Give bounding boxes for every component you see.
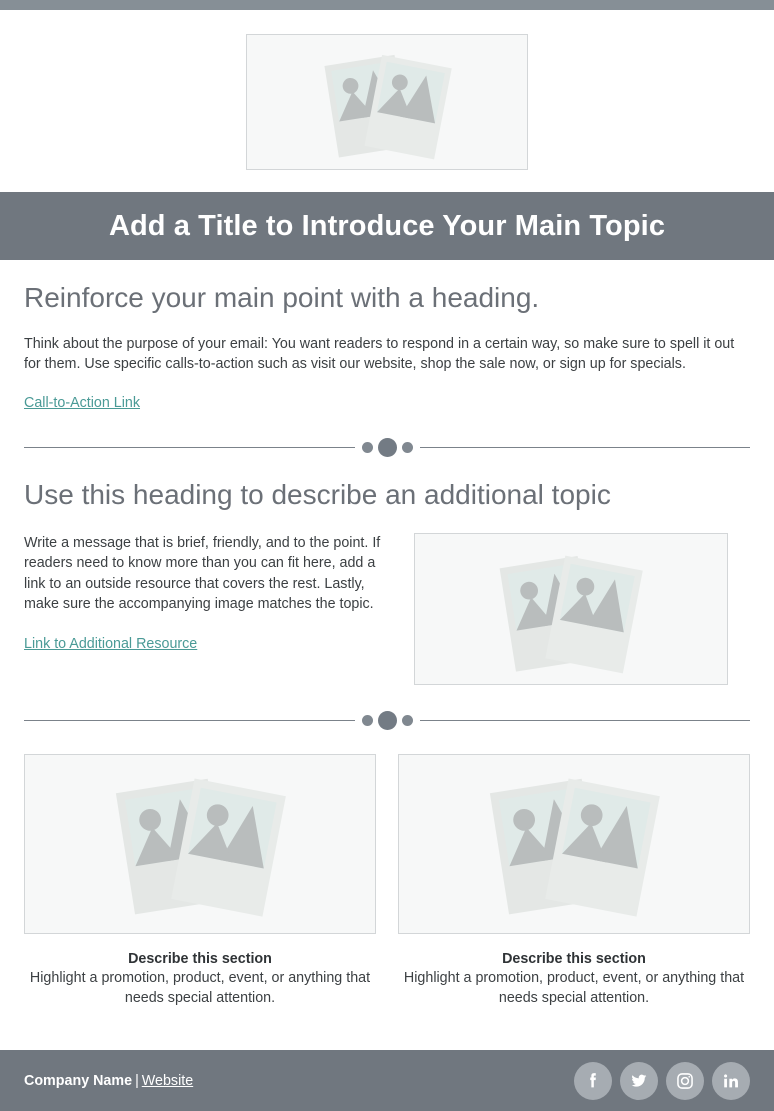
image-placeholder-icon: [499, 555, 643, 674]
section-two-columns: Write a message that is brief, friendly,…: [0, 532, 774, 685]
divider-dot-large: [377, 437, 397, 457]
website-link[interactable]: Website: [142, 1073, 193, 1089]
divider-dot-large: [377, 710, 397, 730]
card-title: Describe this section: [502, 950, 646, 967]
section-one-heading: Reinforce your main point with a heading…: [24, 282, 540, 313]
facebook-icon[interactable]: [574, 1061, 612, 1100]
twitter-icon[interactable]: [620, 1061, 658, 1100]
section-divider-two: [0, 710, 774, 730]
top-accent-bar: [0, 0, 774, 10]
company-name: Company Name: [24, 1072, 133, 1089]
card-description: Highlight a promotion, product, event, o…: [403, 969, 745, 1006]
section-two-image-placeholder[interactable]: [414, 532, 728, 685]
divider-dots: [355, 437, 420, 457]
section-two-heading: Use this heading to describe an addition…: [24, 478, 611, 510]
call-to-action-link[interactable]: Call-to-Action Link: [24, 395, 140, 411]
section-two: Use this heading to describe an addition…: [0, 457, 774, 511]
divider-dots: [355, 710, 420, 730]
divider-dot-small-left: [361, 714, 373, 726]
section-one-body: Think about the purpose of your email: Y…: [24, 336, 735, 373]
section-two-image-column: [414, 532, 750, 685]
section-one: Reinforce your main point with a heading…: [0, 260, 774, 412]
page-title: Add a Title to Introduce Your Main Topic: [108, 209, 666, 242]
divider-rule-left: [24, 446, 355, 448]
footer: Company Name | Website: [0, 1050, 774, 1111]
divider-dot-small-left: [361, 441, 373, 453]
divider-rule-left: [24, 719, 355, 721]
instagram-icon[interactable]: [666, 1061, 704, 1100]
card-description: Highlight a promotion, product, event, o…: [29, 969, 371, 1006]
hero-image-placeholder[interactable]: [246, 34, 528, 170]
title-banner: Add a Title to Introduce Your Main Topic: [0, 192, 774, 260]
social-links: [574, 1061, 750, 1100]
divider-dot-small-right: [401, 441, 413, 453]
card-image-placeholder[interactable]: [398, 753, 750, 934]
card-item: Describe this section Highlight a promot…: [24, 753, 376, 1008]
image-placeholder-icon: [115, 778, 286, 917]
linkedin-icon[interactable]: [712, 1061, 750, 1100]
divider-dot-small-right: [401, 714, 413, 726]
email-template: Add a Title to Introduce Your Main Topic…: [0, 0, 774, 1111]
section-two-body: Write a message that is brief, friendly,…: [24, 534, 381, 612]
image-placeholder-icon: [324, 54, 452, 160]
section-divider-one: [0, 437, 774, 457]
card-item: Describe this section Highlight a promot…: [398, 753, 750, 1008]
divider-rule-right: [419, 446, 750, 448]
card-title: Describe this section: [128, 950, 272, 967]
image-placeholder-icon: [489, 778, 660, 917]
footer-separator: |: [135, 1072, 139, 1089]
hero-section: [0, 10, 774, 192]
additional-resource-link[interactable]: Link to Additional Resource: [24, 636, 197, 652]
section-two-text-column: Write a message that is brief, friendly,…: [24, 533, 392, 653]
cards-row: Describe this section Highlight a promot…: [0, 753, 774, 1008]
divider-rule-right: [419, 719, 750, 721]
footer-company-info: Company Name | Website: [24, 1073, 193, 1089]
card-image-placeholder[interactable]: [24, 753, 376, 934]
